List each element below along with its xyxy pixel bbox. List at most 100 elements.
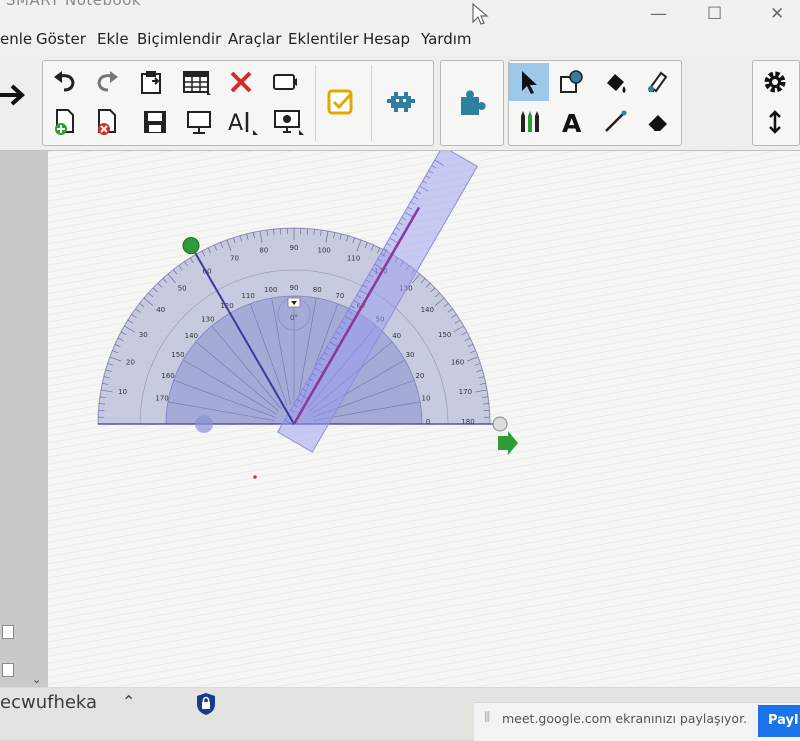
text-tools-button[interactable]: A [223,103,263,141]
base-handle[interactable] [195,415,213,433]
screen-shade-icon [272,71,298,93]
addons-group [440,60,504,146]
paste-button[interactable] [131,63,171,101]
delete-button[interactable] [221,63,261,101]
pens-icon [515,108,543,136]
protractor-outer-label: 160 [451,358,464,366]
drag-handle-icon[interactable]: ⦀ [484,710,490,726]
menu-bar: enle Göster Ekle Biçimlendir Araçlar Ekl… [0,26,800,56]
fill-icon [602,69,628,95]
lab-icon [386,89,416,115]
shape-icon [558,69,586,95]
undo-icon [52,70,78,94]
settings-group [752,60,800,146]
protractor-inner-label: 140 [185,332,198,340]
protractor-drawing[interactable]: 1020304050607080901001101201301401501601… [48,151,800,687]
menu-format[interactable]: Biçimlendir [137,30,221,48]
lock-icon [196,692,216,716]
eraser-icon [645,109,671,135]
protractor-outer-label: 150 [438,331,451,339]
protractor-inner-label: 0 [426,418,430,426]
fill-tool-button[interactable] [595,63,635,101]
mouse-cursor-icon [470,2,490,26]
chevron-up-icon[interactable]: ⌃ [122,692,135,711]
panel-page-icon[interactable] [2,625,14,639]
minimize-button[interactable]: — [650,4,667,24]
table-icon [182,69,212,95]
pens-tool-button[interactable] [509,103,549,141]
protractor-inner-label: 170 [155,395,168,403]
menu-insert[interactable]: Ekle [97,30,129,48]
move-toolbar-button[interactable] [755,103,795,141]
drawing-tools-group: A [508,60,682,146]
title-bar: SMART Notebook — ☐ ✕ [0,0,800,26]
rotate-arrow-icon[interactable] [498,431,518,455]
protractor-inner-label: 90 [290,284,299,292]
next-page-button[interactable] [0,76,34,114]
eraser-tool-button[interactable] [638,103,678,141]
svg-text:A: A [562,109,582,136]
red-dot [253,475,257,479]
table-button[interactable] [177,63,217,101]
protractor-inner-label: 10 [422,395,431,403]
whiteboard-canvas[interactable]: 1020304050607080901001101201301401501601… [48,151,800,687]
menu-addons[interactable]: Eklentiler [288,30,359,48]
resize-handle[interactable] [493,417,507,431]
chevron-down-icon[interactable]: ⌄ [32,673,41,686]
text-tools-icon: A [227,108,259,136]
add-page-button[interactable] [45,103,85,141]
save-button[interactable] [135,103,175,141]
protractor-outer-label: 180 [461,418,474,426]
display-icon [185,108,213,136]
protractor-center-label: 0° [290,314,298,322]
select-tool-button[interactable] [509,63,549,101]
protractor-outer-label: 70 [230,254,239,262]
protractor-outer-label: 80 [259,247,268,255]
protractor-inner-label: 150 [171,351,184,359]
shape-tool-button[interactable] [552,63,592,101]
screen-capture-button[interactable] [269,103,309,141]
protractor-inner-label: 80 [313,286,322,294]
undo-button[interactable] [45,63,85,101]
protractor-inner-label: 20 [415,372,424,380]
response-button[interactable] [321,83,361,121]
panel-page-icon[interactable] [2,663,14,677]
line-icon [602,109,628,135]
highlighter-tool-button[interactable] [638,63,678,101]
redo-icon [94,70,120,94]
add-page-icon [52,108,78,136]
protractor-outer-label: 100 [318,247,331,255]
line-tool-button[interactable] [595,103,635,141]
menu-view[interactable]: Göster [36,30,86,48]
protractor-outer-label: 50 [178,285,187,293]
share-status-text: meet.google.com ekranınızı paylaşıyor. [502,711,747,726]
protractor-outer-label: 40 [156,306,165,314]
protractor-inner-label: 130 [201,315,214,323]
maximize-button[interactable]: ☐ [707,4,722,24]
lab-button[interactable] [381,83,421,121]
close-button[interactable]: ✕ [770,4,784,24]
screen-shade-button[interactable] [265,63,305,101]
text-tool-button[interactable]: A [552,103,592,141]
delete-page-button[interactable] [87,103,127,141]
addons-button[interactable] [452,83,492,121]
menu-tools[interactable]: Araçlar [228,30,281,48]
delete-icon [228,69,254,95]
redo-button[interactable] [87,63,127,101]
protractor-inner-label: 70 [335,292,344,300]
toolbar: A [0,56,800,151]
text-icon: A [559,108,585,136]
protractor-inner-label: 100 [264,286,277,294]
menu-account[interactable]: Hesap [363,30,410,48]
main-tool-group: A [42,60,434,146]
share-button[interactable]: Payl [758,705,800,737]
angle-handle[interactable] [183,238,199,254]
menu-help[interactable]: Yardım [421,30,472,48]
response-icon [326,88,356,116]
display-button[interactable] [179,103,219,141]
highlighter-icon [645,69,671,95]
settings-button[interactable] [755,63,795,101]
save-icon [142,109,168,135]
menu-edit[interactable]: enle [0,30,32,48]
page-sorter-panel[interactable]: ⌄ [0,151,48,687]
